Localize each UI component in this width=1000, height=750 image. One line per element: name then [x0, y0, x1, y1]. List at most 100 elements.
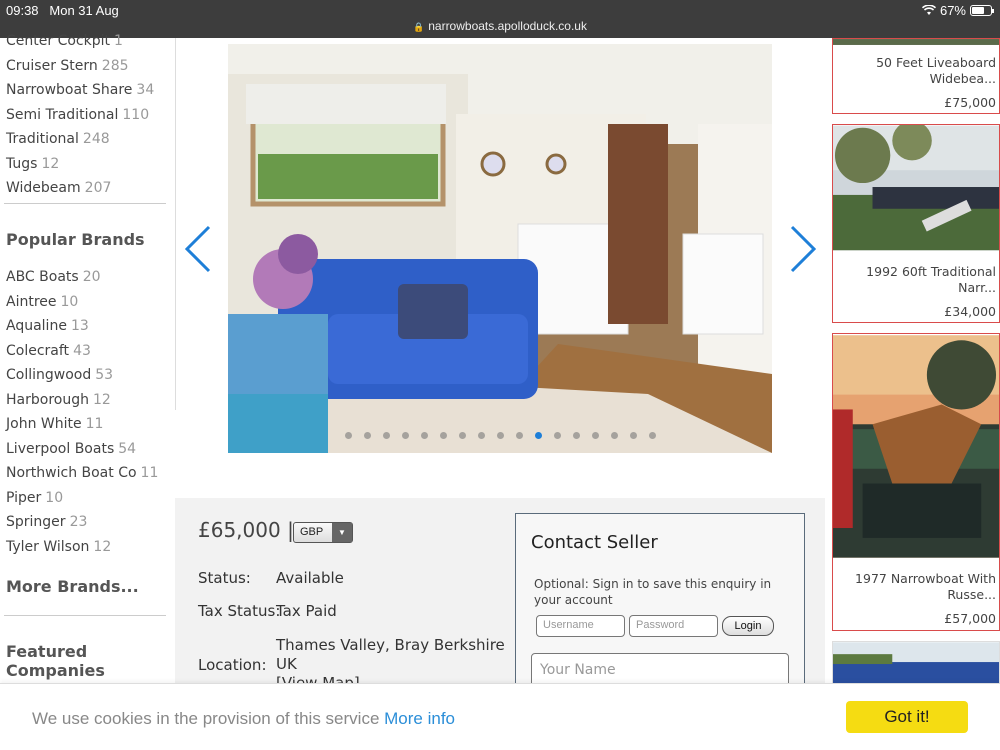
photo-carousel[interactable] — [228, 44, 772, 453]
battery-percent: 67% — [939, 3, 966, 18]
link-count: 10 — [60, 293, 79, 310]
sidebar-brand-link[interactable]: Liverpool Boats 54 — [6, 441, 136, 457]
wifi-icon — [921, 5, 936, 15]
status-time: 09:38 Mon 31 Aug — [6, 3, 119, 18]
sidebar-boat-type-link[interactable]: Semi Traditional 110 — [6, 107, 149, 123]
related-listing-card[interactable]: 1992 60ft Traditional Narr... £34,000 — [832, 124, 1000, 323]
location-line1: Thames Valley, Bray Berkshire — [276, 636, 505, 654]
dropdown-arrow-icon: ▼ — [332, 523, 352, 542]
tax-status-label: Tax Status: — [198, 602, 281, 620]
location-line2: UK — [276, 655, 297, 673]
link-label: Springer — [6, 514, 66, 530]
link-count: 1 — [113, 33, 123, 49]
pager-dot[interactable] — [534, 432, 542, 439]
sidebar-boat-type-link[interactable]: Traditional 248 — [6, 131, 110, 147]
pager-dot[interactable] — [496, 432, 504, 439]
link-count: 11 — [85, 416, 104, 432]
sidebar-brand-link[interactable]: Tyler Wilson 12 — [6, 539, 111, 555]
link-label: John White — [6, 416, 82, 432]
related-listing-card[interactable]: 1977 Narrowboat With Russe... £57,000 — [832, 333, 1000, 631]
sign-in-note: Optional: Sign in to save this enquiry i… — [534, 577, 772, 607]
pager-dot[interactable] — [344, 432, 352, 439]
sidebar-brand-link[interactable]: John White 11 — [6, 416, 103, 432]
sidebar-brand-link[interactable]: ABC Boats 20 — [6, 269, 101, 285]
link-label: Tyler Wilson — [6, 538, 90, 555]
sidebar-brand-link[interactable]: Springer 23 — [6, 514, 87, 530]
related-listing-card[interactable]: 50 Feet Liveaboard Widebea... £75,000 — [832, 38, 1000, 114]
link-count: 53 — [95, 367, 114, 383]
link-count: 248 — [82, 131, 110, 147]
link-count: 54 — [118, 440, 137, 457]
link-count: 285 — [101, 57, 129, 74]
more-brands-link[interactable]: More Brands... — [6, 577, 139, 596]
link-label: Widebeam — [6, 180, 81, 196]
link-count: 12 — [41, 155, 60, 172]
link-label: Liverpool Boats — [6, 440, 115, 457]
link-count: 11 — [140, 465, 159, 481]
status-label: Status: — [198, 569, 251, 587]
pager-dot[interactable] — [572, 432, 580, 439]
pager-dot[interactable] — [363, 432, 371, 439]
listing-title: 1977 Narrowboat With Russe... — [855, 571, 996, 602]
pager-dot[interactable] — [515, 432, 523, 439]
sidebar-boat-type-link[interactable]: Widebeam 207 — [6, 180, 111, 196]
link-label: Aqualine — [6, 318, 67, 334]
sidebar-brand-link[interactable]: Harborough 12 — [6, 392, 111, 408]
boat-photo — [833, 335, 999, 558]
divider — [4, 203, 166, 204]
sidebar-boat-type-link[interactable]: Narrowboat Share 34 — [6, 82, 154, 98]
pager-dot[interactable] — [610, 432, 618, 439]
link-count: 12 — [92, 391, 111, 408]
login-button[interactable]: Login — [722, 616, 774, 636]
boat-photo — [833, 125, 999, 251]
link-label: Northwich Boat Co — [6, 465, 137, 481]
sidebar-brand-link[interactable]: Aintree 10 — [6, 294, 78, 310]
listing-price: £75,000 — [944, 95, 996, 110]
pager-dot[interactable] — [591, 432, 599, 439]
link-count: 10 — [45, 489, 64, 506]
divider — [175, 38, 176, 410]
pager-dot[interactable] — [458, 432, 466, 439]
listing-price: £65,000 | — [198, 518, 294, 542]
pager-dot[interactable] — [648, 432, 656, 439]
pager-dot[interactable] — [439, 432, 447, 439]
sidebar-brand-link[interactable]: Collingwood 53 — [6, 367, 113, 383]
pager-dot[interactable] — [629, 432, 637, 439]
username-field[interactable]: Username — [536, 615, 625, 637]
prev-photo-arrow[interactable] — [183, 224, 213, 274]
photo-pager — [228, 432, 772, 439]
cookie-banner: We use cookies in the provision of this … — [0, 683, 1000, 750]
pager-dot[interactable] — [382, 432, 390, 439]
link-count: 207 — [84, 180, 112, 196]
sidebar-brand-link[interactable]: Colecraft 43 — [6, 343, 91, 359]
listing-details: £65,000 | GBP ▼ Status: Available Tax Sta… — [175, 498, 825, 703]
currency-select[interactable]: GBP ▼ — [293, 522, 353, 543]
sidebar-boat-type-link[interactable]: Center Cockpit 1 — [6, 33, 123, 49]
link-label: Colecraft — [6, 342, 70, 359]
link-label: Center Cockpit — [6, 33, 110, 49]
link-label: Collingwood — [6, 367, 92, 383]
sidebar-brand-link[interactable]: Piper 10 — [6, 490, 63, 506]
pager-dot[interactable] — [553, 432, 561, 439]
chevron-left-icon — [184, 225, 211, 273]
boat-photo — [833, 39, 999, 45]
link-count: 43 — [73, 342, 91, 359]
link-count: 13 — [70, 318, 89, 334]
sidebar-brand-link[interactable]: Northwich Boat Co 11 — [6, 465, 158, 481]
pager-dot[interactable] — [420, 432, 428, 439]
sidebar-boat-type-link[interactable]: Cruiser Stern 285 — [6, 58, 129, 74]
got-it-button[interactable]: Got it! — [846, 701, 968, 733]
link-label: Tugs — [6, 155, 38, 172]
sidebar-boat-type-link[interactable]: Tugs 12 — [6, 156, 59, 172]
popular-brands-heading: Popular Brands — [6, 230, 145, 249]
link-count: 20 — [82, 269, 101, 285]
next-photo-arrow[interactable] — [788, 224, 818, 274]
boat-interior-photo — [228, 44, 772, 453]
more-info-link[interactable]: More info — [384, 709, 455, 728]
status-value: Available — [276, 569, 344, 587]
sidebar-brand-link[interactable]: Aqualine 13 — [6, 318, 89, 334]
pager-dot[interactable] — [401, 432, 409, 439]
pager-dot[interactable] — [477, 432, 485, 439]
contact-title: Contact Seller — [531, 532, 658, 553]
password-field[interactable]: Password — [629, 615, 718, 637]
